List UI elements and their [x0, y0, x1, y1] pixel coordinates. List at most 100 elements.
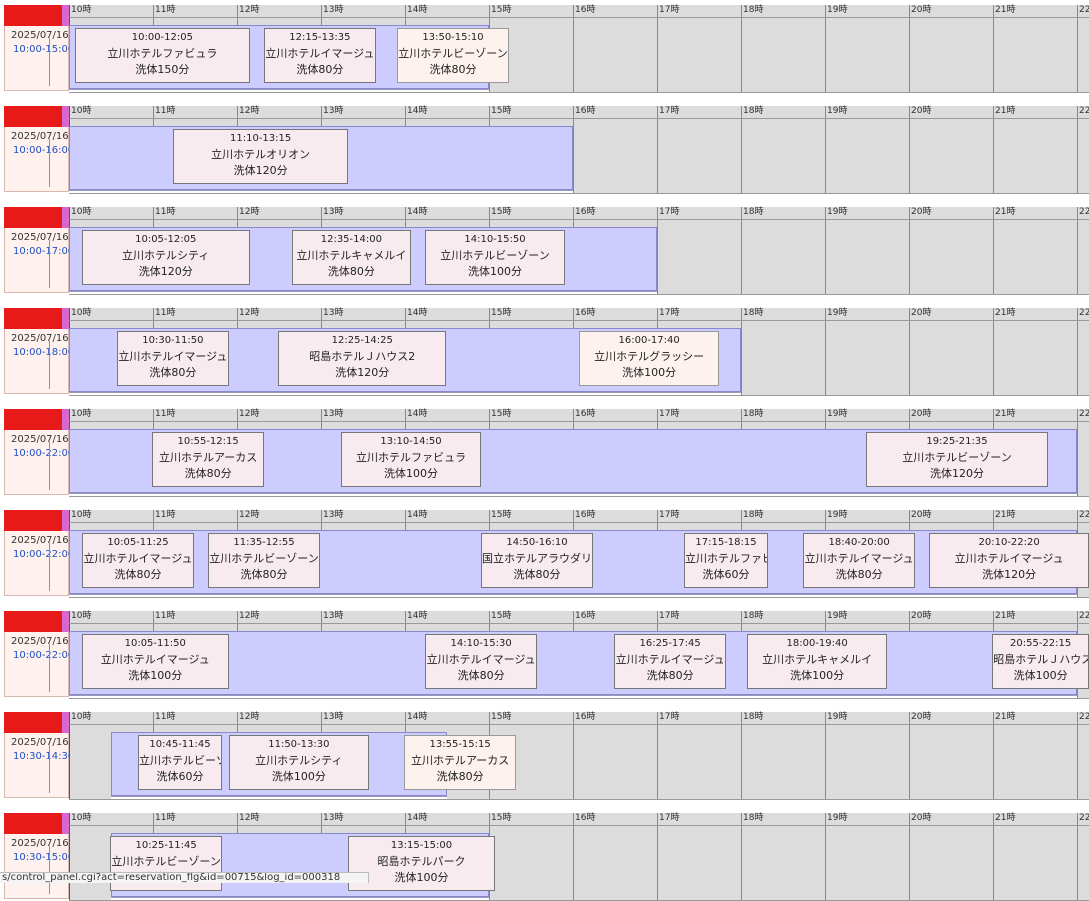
reservation-block[interactable]: 11:10-13:15 立川ホテルオリオン 洗体120分: [173, 129, 348, 184]
reservation-hotel: 昭島ホテルＪハウス2: [309, 350, 416, 363]
hour-label: 14時: [407, 207, 428, 217]
reservation-block[interactable]: 10:05-11:25 立川ホテルイマージュ 洗体80分: [81, 533, 195, 588]
shift-date: 2025/07/16: [11, 131, 69, 142]
reservation-time: 10:55-12:15: [177, 436, 239, 447]
reservation-block[interactable]: 11:35-12:55 立川ホテルビーゾーン 洗体80分: [207, 533, 321, 588]
hour-label: 15時: [491, 611, 512, 621]
reservation-block[interactable]: 10:55-12:15 立川ホテルアーカス 洗体80分: [152, 432, 264, 487]
reservation-hotel: 立川ホテルシティ: [255, 754, 343, 767]
reservation-course: 洗体120分: [929, 467, 984, 480]
reservation-block[interactable]: 14:10-15:50 立川ホテルビーゾーン 洗体100分: [425, 230, 565, 285]
hour-label: 15時: [491, 308, 512, 318]
header-divider: [69, 219, 1089, 220]
reservation-course: 洗体80分: [184, 467, 232, 480]
reservation-block[interactable]: 12:35-14:00 立川ホテルキャメルイ 洗体80分: [291, 230, 411, 285]
timeline-grid: 10時 11時 12時 13時 14時 15時 16時 17時 18時 19時 20時 21時 22 10…: [69, 813, 1089, 901]
schedule-row: 2025/07/16 10:00-22:00 10時 11時 12時 13時 14時 15時 1…: [0, 409, 1089, 497]
hour-label: 18時: [743, 510, 764, 520]
hour-label: 15時: [491, 712, 512, 722]
reservation-hotel: 立川ホテルビーゾーン: [398, 47, 508, 60]
timeline-grid: 10時 11時 12時 13時 14時 15時 16時 17時 18時 19時 20時 21時 22 10…: [69, 611, 1089, 699]
header-divider: [69, 522, 1089, 523]
reservation-block[interactable]: 13:55-15:15 立川ホテルアーカス 洗体80分: [404, 735, 516, 790]
hour-label: 18時: [743, 813, 764, 823]
hour-label: 13時: [323, 5, 344, 15]
hour-column: 22: [1077, 5, 1089, 93]
reservation-block[interactable]: 20:55-22:15 昭島ホテルＪハウス 洗体100分: [992, 634, 1089, 689]
row-bottom-border: [69, 395, 1089, 396]
hour-label: 19時: [827, 106, 848, 116]
shift-date: 2025/07/16: [11, 30, 69, 41]
reservation-block[interactable]: 17:15-18:15 立川ホテルファビ 洗体60分: [684, 533, 768, 588]
shift-marker-line: [49, 846, 50, 894]
shift-marker-line: [49, 543, 50, 591]
reservation-time: 10:30-11:50: [142, 335, 204, 346]
reservation-time: 16:00-17:40: [618, 335, 680, 346]
reservation-time: 13:10-14:50: [380, 436, 442, 447]
reservation-hotel: 立川ホテルキャメルイ: [296, 249, 407, 262]
staff-name-redacted: [4, 207, 62, 228]
hour-label: 16時: [575, 510, 596, 520]
staff-name-redacted: [4, 611, 62, 632]
hour-column: 21時: [993, 106, 1077, 194]
hour-label: 21時: [995, 510, 1016, 520]
reservation-block[interactable]: 14:50-16:10 国立ホテルアラウダリ 洗体80分: [480, 533, 594, 588]
reservation-block[interactable]: 12:25-14:25 昭島ホテルＪハウス2 洗体120分: [278, 331, 447, 386]
reservation-block[interactable]: 20:10-22:20 立川ホテルイマージュ 洗体120分: [929, 533, 1089, 588]
reservation-block[interactable]: 16:00-17:40 立川ホテルグラッシー 洗体100分: [579, 331, 720, 386]
hour-column: 20時: [909, 813, 993, 901]
staff-name-redacted: [4, 106, 62, 127]
hour-label: 11時: [155, 712, 176, 722]
timeline-grid: 10時 11時 12時 13時 14時 15時 16時 17時 18時 19時 20時 21時 22 10…: [69, 207, 1089, 295]
shift-marker-line: [49, 139, 50, 187]
shift-timespan: 10:00-15:00: [13, 44, 75, 55]
hour-label: 20時: [911, 510, 932, 520]
hour-label: 19時: [827, 611, 848, 621]
hour-column: 16時: [573, 813, 657, 901]
row-bottom-border: [69, 92, 1089, 93]
reservation-block[interactable]: 10:05-11:50 立川ホテルイマージュ 洗体100分: [81, 634, 229, 689]
reservation-block[interactable]: 18:40-20:00 立川ホテルイマージュ 洗体80分: [803, 533, 915, 588]
hour-column: 15時: [489, 813, 573, 901]
staff-color-marker: [62, 308, 69, 329]
reservation-course: 洗体80分: [436, 770, 484, 783]
reservation-block[interactable]: 13:10-14:50 立川ホテルファビュラ 洗体100分: [341, 432, 481, 487]
reservation-block[interactable]: 10:45-11:45 立川ホテルビーゾ 洗体60分: [138, 735, 222, 790]
reservation-block[interactable]: 10:00-12:05 立川ホテルファビュラ 洗体150分: [75, 28, 250, 83]
hour-column: 22: [1077, 308, 1089, 396]
hour-column: 21時: [993, 813, 1077, 901]
shift-timespan: 10:00-16:00: [13, 145, 75, 156]
reservation-time: 12:35-14:00: [320, 234, 382, 245]
reservation-time: 10:45-11:45: [149, 739, 211, 750]
reservation-block[interactable]: 11:50-13:30 立川ホテルシティ 洗体100分: [228, 735, 369, 790]
reservation-course: 洗体120分: [982, 568, 1037, 581]
reservation-block[interactable]: 18:00-19:40 立川ホテルキャメルイ 洗体100分: [747, 634, 888, 689]
reservation-block[interactable]: 16:25-17:45 立川ホテルイマージュ 洗体80分: [614, 634, 726, 689]
reservation-course: 洗体80分: [457, 669, 505, 682]
reservation-course: 洗体80分: [327, 265, 375, 278]
row-bottom-border: [69, 496, 1089, 497]
reservation-block[interactable]: 10:05-12:05 立川ホテルシティ 洗体120分: [81, 230, 250, 285]
hour-label: 19時: [827, 409, 848, 419]
hour-label: 12時: [239, 611, 260, 621]
reservation-block[interactable]: 10:30-11:50 立川ホテルイマージュ 洗体80分: [117, 331, 229, 386]
hour-label: 14時: [407, 106, 428, 116]
reservation-block[interactable]: 14:10-15:30 立川ホテルイマージュ 洗体80分: [425, 634, 537, 689]
reservation-block[interactable]: 13:15-15:00 昭島ホテルパーク 洗体100分: [348, 836, 495, 891]
row-bottom-border: [69, 799, 1089, 800]
reservation-hotel: 立川ホテルビーゾ: [139, 754, 222, 767]
hour-label: 19時: [827, 813, 848, 823]
hour-label: 10時: [71, 510, 92, 520]
reservation-course: 洗体150分: [135, 63, 190, 76]
reservation-time: 11:10-13:15: [230, 133, 292, 144]
reservation-block[interactable]: 13:50-15:10 立川ホテルビーゾーン 洗体80分: [396, 28, 510, 83]
hour-column: 22: [1077, 207, 1089, 295]
reservation-block[interactable]: 19:25-21:35 立川ホテルビーゾーン 洗体120分: [866, 432, 1048, 487]
hour-label: 20時: [911, 611, 932, 621]
hour-label: 10時: [71, 409, 92, 419]
hour-label: 18時: [743, 308, 764, 318]
timeline-grid: 10時 11時 12時 13時 14時 15時 16時 17時 18時 19時 20時 21時 22 11…: [69, 106, 1089, 194]
reservation-block[interactable]: 12:15-13:35 立川ホテルイマージュ 洗体80分: [264, 28, 376, 83]
hour-label: 17時: [659, 308, 680, 318]
hour-label: 10時: [71, 106, 92, 116]
